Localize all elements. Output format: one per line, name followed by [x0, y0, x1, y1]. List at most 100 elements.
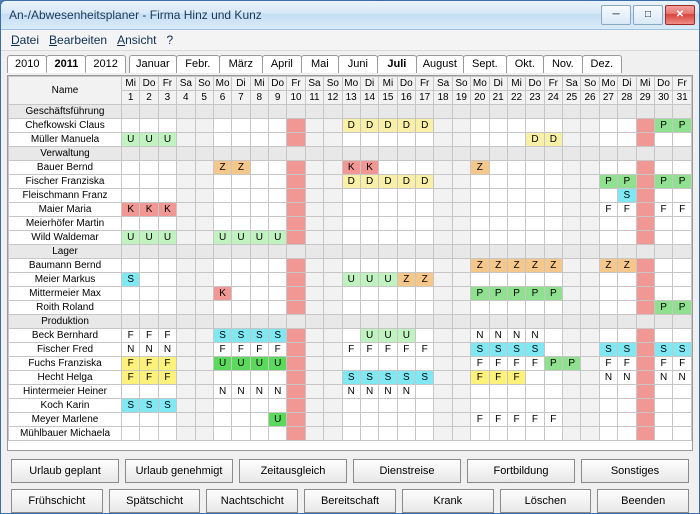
cell[interactable]: S	[654, 343, 672, 357]
cell[interactable]	[250, 301, 268, 315]
cell[interactable]	[581, 273, 599, 287]
cell[interactable]: N	[673, 371, 692, 385]
cell[interactable]	[177, 259, 195, 273]
cell[interactable]	[305, 231, 323, 245]
cell[interactable]: N	[379, 385, 397, 399]
cell[interactable]	[673, 217, 692, 231]
cell[interactable]	[434, 189, 452, 203]
cell[interactable]	[324, 273, 342, 287]
cell[interactable]	[673, 329, 692, 343]
cell[interactable]: D	[397, 119, 415, 133]
cell[interactable]	[489, 189, 507, 203]
cell[interactable]	[654, 273, 672, 287]
cell[interactable]	[636, 329, 654, 343]
cell[interactable]: S	[158, 399, 176, 413]
cell[interactable]	[471, 301, 489, 315]
cell[interactable]	[177, 329, 195, 343]
cell[interactable]	[269, 273, 287, 287]
cell[interactable]	[471, 217, 489, 231]
cell[interactable]	[287, 203, 305, 217]
menu-view[interactable]: Ansicht	[113, 33, 160, 47]
cell[interactable]	[471, 273, 489, 287]
cell[interactable]	[379, 203, 397, 217]
cell[interactable]: P	[673, 301, 692, 315]
cell[interactable]	[195, 217, 213, 231]
cell[interactable]	[563, 287, 581, 301]
cell[interactable]	[213, 119, 231, 133]
cell[interactable]	[305, 273, 323, 287]
cell[interactable]	[324, 133, 342, 147]
cell[interactable]	[305, 161, 323, 175]
cell[interactable]	[434, 161, 452, 175]
cell[interactable]	[324, 301, 342, 315]
cell[interactable]	[324, 189, 342, 203]
cell[interactable]: N	[397, 385, 415, 399]
cell[interactable]	[360, 357, 378, 371]
cell[interactable]	[452, 189, 470, 203]
legend-btn[interactable]: Dienstreise	[353, 459, 461, 483]
cell[interactable]	[452, 175, 470, 189]
cell[interactable]: K	[342, 161, 360, 175]
cell[interactable]	[324, 413, 342, 427]
cell[interactable]	[416, 231, 434, 245]
cell[interactable]	[342, 427, 360, 441]
year-tab-2010[interactable]: 2010	[7, 55, 47, 73]
cell[interactable]: D	[360, 119, 378, 133]
cell[interactable]: U	[140, 231, 158, 245]
cell[interactable]	[416, 287, 434, 301]
cell[interactable]	[287, 217, 305, 231]
cell[interactable]	[269, 399, 287, 413]
cell[interactable]	[526, 119, 544, 133]
cell[interactable]	[195, 189, 213, 203]
cell[interactable]	[195, 343, 213, 357]
cell[interactable]	[581, 119, 599, 133]
cell[interactable]	[324, 175, 342, 189]
cell[interactable]	[342, 133, 360, 147]
cell[interactable]	[544, 329, 562, 343]
cell[interactable]	[434, 119, 452, 133]
cell[interactable]	[563, 259, 581, 273]
cell[interactable]	[324, 119, 342, 133]
cell[interactable]	[287, 399, 305, 413]
cell[interactable]: F	[232, 343, 250, 357]
cell[interactable]	[471, 427, 489, 441]
cell[interactable]	[305, 385, 323, 399]
cell[interactable]	[434, 427, 452, 441]
cell[interactable]: D	[397, 175, 415, 189]
cell[interactable]	[563, 231, 581, 245]
cell[interactable]	[636, 217, 654, 231]
month-tab-2[interactable]: März	[219, 55, 263, 73]
cell[interactable]	[177, 343, 195, 357]
legend-btn[interactable]: Bereitschaft	[304, 489, 396, 513]
cell[interactable]	[673, 259, 692, 273]
cell[interactable]	[581, 329, 599, 343]
cell[interactable]	[434, 301, 452, 315]
cell[interactable]	[452, 329, 470, 343]
cell[interactable]: F	[140, 371, 158, 385]
cell[interactable]: F	[213, 343, 231, 357]
cell[interactable]: N	[250, 385, 268, 399]
cell[interactable]	[287, 119, 305, 133]
cell[interactable]	[213, 217, 231, 231]
cell[interactable]	[342, 399, 360, 413]
cell[interactable]: F	[379, 343, 397, 357]
cell[interactable]: F	[250, 343, 268, 357]
cell[interactable]	[360, 231, 378, 245]
cell[interactable]	[269, 371, 287, 385]
cell[interactable]	[563, 119, 581, 133]
cell[interactable]	[397, 357, 415, 371]
cell[interactable]	[618, 413, 636, 427]
cell[interactable]	[434, 287, 452, 301]
cell[interactable]	[269, 217, 287, 231]
cell[interactable]	[654, 217, 672, 231]
cell[interactable]: N	[526, 329, 544, 343]
cell[interactable]	[599, 119, 617, 133]
cell[interactable]	[507, 189, 525, 203]
cell[interactable]	[581, 399, 599, 413]
cell[interactable]	[471, 399, 489, 413]
cell[interactable]	[324, 161, 342, 175]
cell[interactable]	[140, 385, 158, 399]
cell[interactable]	[232, 371, 250, 385]
cell[interactable]	[140, 427, 158, 441]
month-tab-7[interactable]: August	[416, 55, 464, 73]
